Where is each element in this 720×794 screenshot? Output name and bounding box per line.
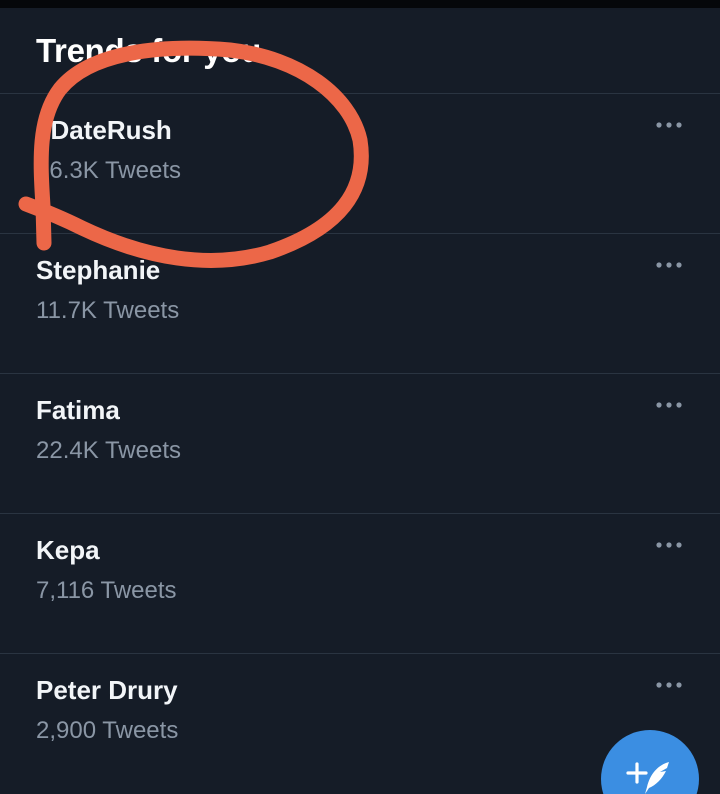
more-horizontal-icon[interactable] bbox=[652, 676, 688, 694]
trends-heading: Trends for you bbox=[36, 32, 261, 69]
more-horizontal-icon[interactable] bbox=[652, 396, 688, 414]
trend-tweet-count: 16.3K Tweets bbox=[36, 157, 181, 184]
trend-tweet-count: 7,116 Tweets bbox=[36, 577, 177, 604]
trend-name: Peter Drury bbox=[36, 675, 178, 705]
top-edge bbox=[0, 0, 720, 8]
trend-name: Stephanie bbox=[36, 255, 161, 285]
trend-tweet-count: 22.4K Tweets bbox=[36, 437, 181, 464]
trend-item-fatima[interactable]: Fatima 22.4K Tweets bbox=[0, 373, 720, 513]
trend-tweet-count: 11.7K Tweets bbox=[36, 297, 180, 324]
trend-item-kepa[interactable]: Kepa 7,116 Tweets bbox=[0, 513, 720, 653]
compose-tweet-icon bbox=[626, 762, 669, 794]
trend-name: Kepa bbox=[36, 535, 100, 565]
more-horizontal-icon[interactable] bbox=[652, 116, 688, 134]
trend-name: Fatima bbox=[36, 395, 120, 425]
more-horizontal-icon[interactable] bbox=[652, 256, 688, 274]
trend-item-stephanie[interactable]: Stephanie 11.7K Tweets bbox=[0, 233, 720, 373]
trend-tweet-count: 2,900 Tweets bbox=[36, 717, 179, 744]
trends-screen: Trends for you #DateRush 16.3K Tweets St… bbox=[0, 0, 720, 794]
trend-item-daterush[interactable]: #DateRush 16.3K Tweets bbox=[0, 93, 720, 233]
more-horizontal-icon[interactable] bbox=[652, 536, 688, 554]
trend-name: #DateRush bbox=[36, 115, 172, 145]
